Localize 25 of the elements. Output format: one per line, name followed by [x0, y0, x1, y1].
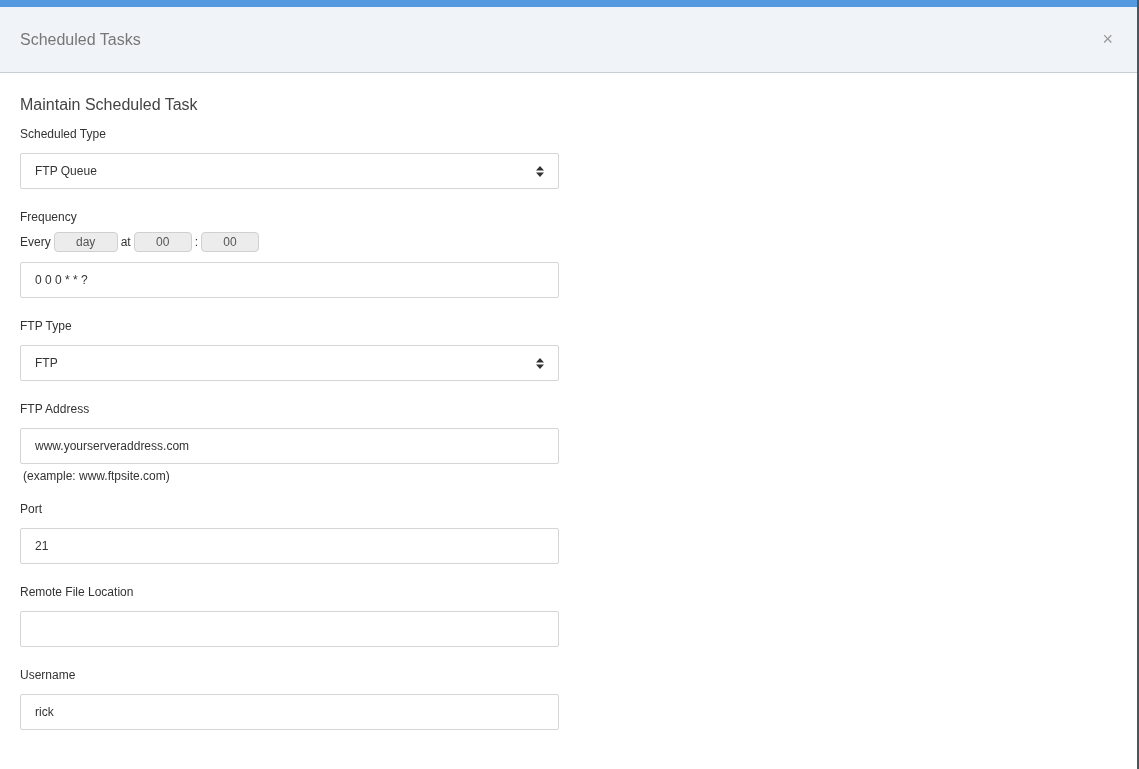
field-label: FTP Type — [20, 318, 73, 334]
period-field[interactable]: day — [53, 232, 118, 252]
time-separator: : — [194, 235, 199, 249]
input-field[interactable]: rick — [20, 694, 559, 730]
field-label: Remote File Location — [20, 584, 135, 600]
minute-field[interactable]: 00 — [201, 232, 260, 252]
select-field[interactable]: FTP Queue — [20, 153, 559, 189]
input-field[interactable] — [20, 611, 559, 647]
field-label: Username — [20, 667, 77, 683]
form-title: Maintain Scheduled Task — [20, 96, 199, 114]
field-label: Port — [20, 501, 43, 517]
window-title: Scheduled Tasks — [20, 30, 141, 49]
every-label: Every — [20, 235, 51, 249]
field-label: Scheduled Type — [20, 126, 107, 142]
input-field[interactable]: www.yourserveraddress.com — [20, 428, 559, 464]
sort-arrows-icon — [536, 165, 544, 177]
sort-arrows-icon — [536, 357, 544, 369]
select-field[interactable]: FTP — [20, 345, 559, 381]
at-label: at — [120, 235, 131, 249]
field-hint: (example: www.ftpsite.com) — [23, 468, 171, 484]
hour-field[interactable]: 00 — [133, 232, 192, 252]
cron-expression-field[interactable]: 0 0 0 * * ? — [20, 262, 559, 298]
input-field[interactable]: 21 — [20, 528, 559, 564]
field-label: Frequency — [20, 209, 78, 225]
field-label: FTP Address — [20, 401, 91, 417]
